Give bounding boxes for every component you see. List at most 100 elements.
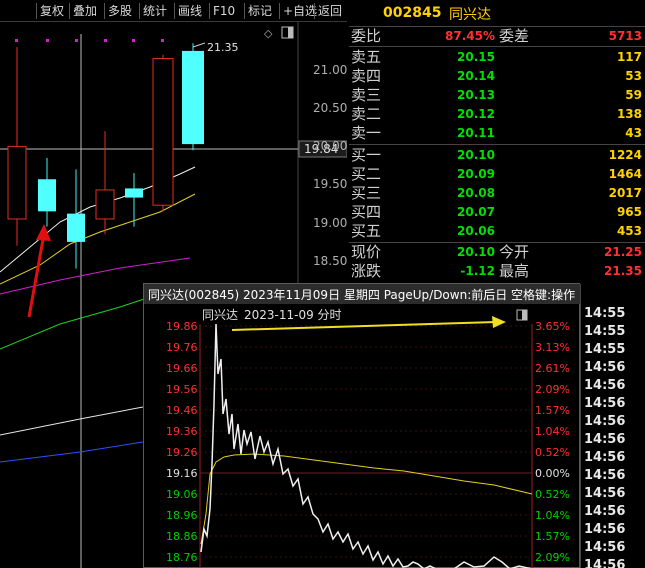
last-price: 20.10	[457, 245, 495, 259]
intraday-panel[interactable]: 同兴达(002845) 2023年11月09日 星期四 PageUp/Down:…	[143, 283, 581, 568]
change-label: 涨跌	[351, 262, 382, 280]
ask-row[interactable]: 卖三 20.13 59	[349, 86, 645, 105]
intraday-price-tick: 19.36	[166, 425, 198, 438]
panel-title-bar[interactable]: 同兴达(002845) 2023年11月09日 星期四 PageUp/Down:…	[144, 284, 581, 304]
draw-line-button[interactable]: 画线	[174, 3, 202, 19]
ask-row[interactable]: 卖五 20.15 117	[349, 48, 645, 67]
ask-row[interactable]: 卖四 20.14 53	[349, 67, 645, 86]
annotation-arrow-head	[36, 224, 51, 241]
intraday-price-tick: 19.16	[166, 467, 198, 480]
ask-label: 卖一	[351, 124, 382, 142]
intraday-price-axis: 19.86 19.76 19.66 19.56 19.46 19.36 19.26 19.16…	[166, 320, 198, 564]
intraday-price-tick: 18.86	[166, 530, 198, 543]
intraday-price-tick: 19.06	[166, 488, 198, 501]
candle-body[interactable]	[95, 189, 115, 220]
kline-candles	[7, 43, 204, 269]
restore-rights-button[interactable]: 复权	[36, 3, 64, 19]
candle-body[interactable]	[38, 179, 56, 212]
candle-body[interactable]	[182, 50, 204, 145]
intraday-grid	[200, 325, 532, 558]
tick-time: 14:56	[584, 450, 626, 465]
bid-volume: 453	[616, 224, 642, 238]
candle-body[interactable]	[152, 58, 174, 206]
bid-volume: 1464	[608, 167, 642, 181]
order-book: 委比 87.45% 委差 5713 卖五 20.15 117 卖四 20.14 …	[349, 26, 645, 284]
ask-label: 卖二	[351, 105, 382, 123]
ask-volume: 117	[616, 50, 642, 64]
add-watchlist-button[interactable]: +自选	[279, 3, 317, 19]
kline-y-axis: 21.00 20.50 20.00 19.50 19.00 18.50	[313, 63, 347, 268]
intraday-pct-tick: 0.00%	[535, 467, 570, 480]
diff-value: 5713	[608, 29, 642, 43]
bid-label: 买五	[351, 222, 382, 240]
tick-time: 14:56	[584, 486, 626, 501]
ask-label: 卖五	[351, 48, 382, 66]
avg-price-line	[200, 453, 533, 545]
intraday-pct-tick: 2.09%	[535, 383, 570, 396]
bid-volume: 1224	[608, 148, 642, 162]
diff-label: 委差	[499, 27, 530, 45]
bid-price: 20.10	[457, 148, 495, 162]
ask-volume: 138	[616, 107, 642, 121]
intraday-pct-tick: 0.52%	[535, 446, 570, 459]
tick-time: 14:56	[584, 540, 626, 555]
bid-price: 20.08	[457, 186, 495, 200]
overlay-button[interactable]: 叠加	[69, 3, 97, 19]
multi-stock-button[interactable]: 多股	[104, 3, 132, 19]
ma60-line	[0, 406, 144, 436]
mark-button[interactable]: 标记	[244, 3, 272, 19]
ma120-line	[0, 441, 144, 463]
ask-label: 卖四	[351, 67, 382, 85]
intraday-date: 2023-11-09 分时	[244, 308, 342, 322]
back-button[interactable]: 返回	[314, 3, 342, 19]
candle-body[interactable]	[67, 213, 85, 242]
high-marker-line	[192, 42, 206, 48]
tick-time: 14:55	[584, 306, 626, 321]
tick-time-list[interactable]: 14:55 14:55 14:55 14:56 14:56 14:56 14:5…	[580, 284, 645, 568]
annotation-arrow-yellow-head	[492, 316, 506, 328]
intraday-chart[interactable]: 同兴达 2023-11-09 分时 19.8619.7619.6619.5619…	[144, 304, 581, 568]
ask-price: 20.15	[457, 50, 495, 64]
ask-price: 20.12	[457, 107, 495, 121]
bid-row[interactable]: 买二 20.09 1464	[349, 165, 645, 184]
bid-row[interactable]: 买一 20.10 1224	[349, 146, 645, 165]
diamond-icon[interactable]: ◇	[264, 27, 273, 40]
bid-price: 20.06	[457, 224, 495, 238]
candle-body[interactable]	[125, 188, 143, 198]
bid-row[interactable]: 买五 20.06 453	[349, 222, 645, 241]
bid-label: 买三	[351, 184, 382, 202]
intraday-price-tick: 19.66	[166, 362, 198, 375]
kline-y-tick: 21.00	[313, 63, 347, 77]
bid-row[interactable]: 买三 20.08 2017	[349, 184, 645, 203]
bid-price: 20.07	[457, 205, 495, 219]
tick-time: 14:55	[584, 342, 626, 357]
ratio-value: 87.45%	[445, 29, 495, 43]
ask-row[interactable]: 卖一 20.11 43	[349, 124, 645, 143]
tick-time: 14:56	[584, 558, 626, 568]
candle-body[interactable]	[7, 145, 27, 220]
intraday-pct-tick: 1.57%	[535, 404, 570, 417]
ask-row[interactable]: 卖二 20.12 138	[349, 105, 645, 124]
statistics-button[interactable]: 统计	[139, 3, 167, 19]
intraday-pct-tick: 1.04%	[535, 425, 570, 438]
tick-time: 14:55	[584, 324, 626, 339]
change-value: -1.12	[460, 264, 495, 278]
intraday-pct-tick: 0.52%	[535, 488, 570, 501]
stock-code: 002845	[383, 5, 442, 21]
bid-volume: 965	[616, 205, 642, 219]
intraday-pct-tick: 3.65%	[535, 320, 570, 333]
ask-price: 20.14	[457, 69, 495, 83]
ratio-row: 委比 87.45% 委差 5713	[349, 27, 645, 46]
f10-button[interactable]: F10	[209, 3, 235, 19]
intraday-pct-tick: 2.61%	[535, 362, 570, 375]
panel-title: 同兴达(002845) 2023年11月09日 星期四 PageUp/Down:…	[148, 288, 576, 302]
tick-time: 14:56	[584, 378, 626, 393]
kline-y-tick: 20.50	[313, 101, 347, 115]
ask-volume: 53	[625, 69, 642, 83]
signal-dots	[15, 39, 164, 42]
intraday-price-tick: 19.86	[166, 320, 198, 333]
bid-row[interactable]: 买四 20.07 965	[349, 203, 645, 222]
open-label: 今开	[499, 243, 530, 261]
bid-label: 买二	[351, 165, 382, 183]
tick-time: 14:56	[584, 468, 626, 483]
